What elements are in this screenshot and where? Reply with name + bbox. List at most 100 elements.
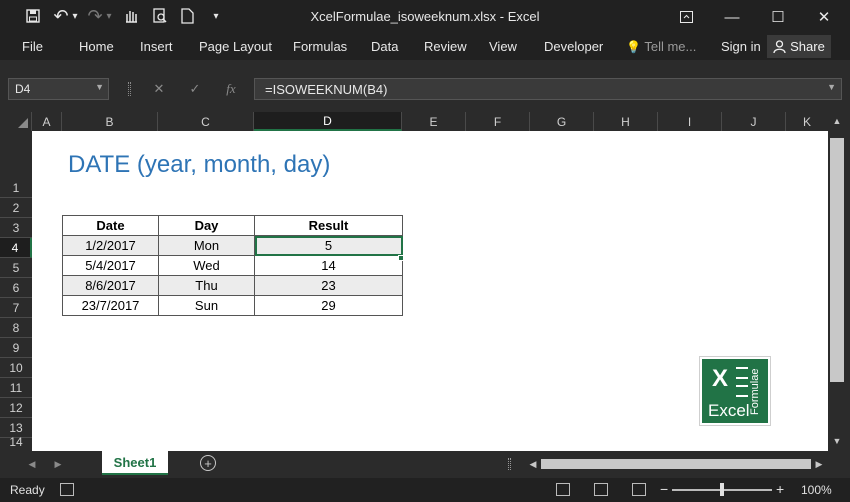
name-box[interactable]: D4 ▼ [8,78,109,100]
ribbon-display-icon[interactable] [663,0,709,34]
close-button[interactable]: ✕ [801,0,847,34]
cell-result-selected[interactable]: 5 [254,235,403,256]
scroll-right-icon[interactable]: ▶ [813,457,825,471]
header-result[interactable]: Result [254,215,403,236]
next-sheet-icon[interactable]: ▶ [52,457,64,471]
cell-date[interactable]: 1/2/2017 [62,235,159,256]
tab-data[interactable]: Data [371,39,398,54]
tab-insert[interactable]: Insert [140,39,173,54]
cell-day[interactable]: Wed [158,255,255,276]
header-date[interactable]: Date [62,215,159,236]
column-header-a[interactable]: A [32,112,62,131]
row-header-4[interactable]: 4 [0,238,32,258]
row-header-9[interactable]: 9 [0,338,32,358]
zoom-slider-thumb[interactable] [720,483,724,496]
row-header-10[interactable]: 10 [0,358,32,378]
chevron-down-icon[interactable]: ▼ [95,82,104,92]
zoom-level[interactable]: 100% [801,483,832,497]
zoom-out-button[interactable]: − [660,481,668,497]
undo-icon[interactable]: ↶ [52,5,70,27]
column-header-e[interactable]: E [402,112,466,131]
redo-icon[interactable]: ↷ [86,5,104,27]
select-all-button[interactable] [0,112,32,131]
maximize-button[interactable]: ☐ [755,0,801,34]
row-header-2[interactable]: 2 [0,198,32,218]
row-header-7[interactable]: 7 [0,298,32,318]
header-day[interactable]: Day [158,215,255,236]
column-header-h[interactable]: H [594,112,658,131]
cell-day[interactable]: Thu [158,275,255,296]
horizontal-scrollbar[interactable]: ◀ ▶ [527,457,827,471]
sign-in-link[interactable]: Sign in [721,39,761,54]
vertical-scrollbar[interactable]: ▲ ▼ [828,112,850,451]
share-button[interactable]: Share [767,35,831,58]
cell-day[interactable]: Sun [158,295,255,316]
tab-splitter-handle[interactable] [508,458,511,470]
tab-home[interactable]: Home [79,39,114,54]
new-document-icon[interactable] [178,5,196,27]
tab-formulas[interactable]: Formulas [293,39,347,54]
undo-dropdown-icon[interactable]: ▾ [70,5,80,27]
cell-result[interactable]: 29 [254,295,403,316]
lightbulb-icon: 💡 [626,40,641,54]
cell-date[interactable]: 8/6/2017 [62,275,159,296]
macro-record-icon[interactable] [60,483,74,496]
insert-function-icon[interactable]: fx [216,78,246,100]
page-break-view-icon[interactable] [632,483,646,496]
vertical-scroll-thumb[interactable] [830,138,844,382]
tab-developer[interactable]: Developer [544,39,603,54]
fill-handle[interactable] [398,255,404,261]
tell-me-search[interactable]: 💡 Tell me... [626,39,696,54]
scroll-down-icon[interactable]: ▼ [830,434,844,448]
scroll-left-icon[interactable]: ◀ [527,457,539,471]
splitter-handle[interactable] [128,82,131,96]
normal-view-icon[interactable] [556,483,570,496]
column-header-f[interactable]: F [466,112,530,131]
worksheet-grid[interactable]: DATE (year, month, day) Date Day Result … [32,131,828,451]
sheet-heading[interactable]: DATE (year, month, day) [68,151,330,179]
row-header-3[interactable]: 3 [0,218,32,238]
formula-bar-gap [0,102,850,112]
row-header-8[interactable]: 8 [0,318,32,338]
horizontal-scroll-thumb[interactable] [541,459,811,469]
formula-input[interactable]: =ISOWEEKNUM(B4) ▼ [254,78,842,100]
expand-formula-icon[interactable]: ▼ [827,82,836,92]
tell-me-label: Tell me... [644,39,697,54]
print-preview-icon[interactable] [150,5,170,27]
column-header-d[interactable]: D [254,112,402,131]
zoom-in-button[interactable]: + [776,481,784,497]
cell-day[interactable]: Mon [158,235,255,256]
row-header-11[interactable]: 11 [0,378,32,398]
scroll-up-icon[interactable]: ▲ [830,114,844,128]
cell-result[interactable]: 23 [254,275,403,296]
row-header-6[interactable]: 6 [0,278,32,298]
column-header-k[interactable]: K [786,112,828,131]
page-layout-view-icon[interactable] [594,483,608,496]
row-header-5[interactable]: 5 [0,258,32,278]
redo-dropdown-icon[interactable]: ▾ [104,5,114,27]
enter-icon[interactable]: ✓ [180,78,210,100]
cell-date[interactable]: 5/4/2017 [62,255,159,276]
tab-page-layout[interactable]: Page Layout [199,39,272,54]
cell-result[interactable]: 14 [254,255,403,276]
row-header-1[interactable]: 1 [0,131,32,198]
touch-mode-icon[interactable] [120,5,142,27]
add-sheet-button[interactable]: + [200,455,216,471]
sheet-tab-sheet1[interactable]: Sheet1 [102,451,168,475]
tab-review[interactable]: Review [424,39,467,54]
column-header-g[interactable]: G [530,112,594,131]
tab-file[interactable]: File [22,39,43,54]
cancel-icon[interactable]: ✕ [144,78,174,100]
save-icon[interactable] [22,5,44,27]
column-header-c[interactable]: C [158,112,254,131]
cell-date[interactable]: 23/7/2017 [62,295,159,316]
column-header-b[interactable]: B [62,112,158,131]
column-header-j[interactable]: J [722,112,786,131]
customize-toolbar-icon[interactable]: ▾ [210,5,222,27]
column-header-i[interactable]: I [658,112,722,131]
row-header-12[interactable]: 12 [0,398,32,418]
tab-view[interactable]: View [489,39,517,54]
row-header-14[interactable]: 14 [0,435,32,451]
minimize-button[interactable]: — [709,0,755,34]
prev-sheet-icon[interactable]: ◀ [26,457,38,471]
